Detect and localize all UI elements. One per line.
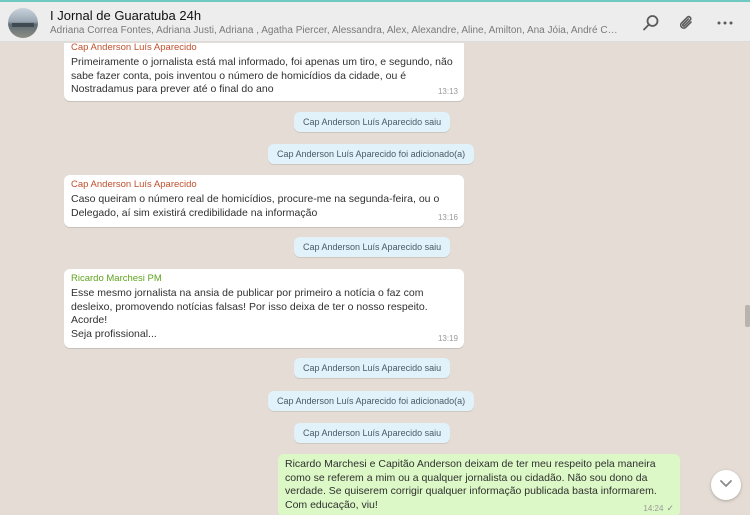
system-notice: Cap Anderson Luís Aparecido saiu: [294, 112, 451, 132]
message-time: 13:13: [437, 86, 458, 96]
group-avatar[interactable]: [8, 8, 38, 38]
group-members-list[interactable]: Adriana Correa Fontes, Adriana Justi, Ad…: [50, 25, 620, 36]
system-notice: Cap Anderson Luís Aparecido saiu: [294, 358, 451, 378]
sender-name[interactable]: Cap Anderson Luís Aparecido: [71, 179, 457, 191]
system-notice: Cap Anderson Luís Aparecido foi adiciona…: [268, 391, 475, 411]
system-notice: Cap Anderson Luís Aparecido saiu: [294, 423, 451, 443]
outgoing-message[interactable]: Ricardo Marchesi e Capitão Anderson deix…: [278, 454, 680, 515]
message-meta: 14:24 ✓: [643, 502, 674, 515]
search-icon[interactable]: [640, 12, 662, 34]
paperclip-icon[interactable]: [676, 12, 698, 34]
incoming-message[interactable]: Cap Anderson Luís Aparecido Primeirament…: [64, 43, 464, 101]
incoming-message[interactable]: Ricardo Marchesi PM Esse mesmo jornalist…: [64, 269, 464, 348]
system-notice: Cap Anderson Luís Aparecido foi adiciona…: [268, 144, 475, 164]
message-time: 13:19: [437, 333, 458, 343]
more-vertical-icon[interactable]: [714, 12, 736, 34]
sender-name[interactable]: Cap Anderson Luís Aparecido: [71, 43, 457, 54]
message-text: Primeiramente o jornalista está mal info…: [71, 56, 453, 95]
message-text: Esse mesmo jornalista na ansia de public…: [71, 287, 428, 340]
message-time: 13:16: [437, 212, 458, 222]
delivered-check-icon: ✓: [666, 502, 674, 513]
message-text: Ricardo Marchesi e Capitão Anderson deix…: [285, 458, 657, 511]
incoming-message[interactable]: Cap Anderson Luís Aparecido Caso queiram…: [64, 175, 464, 227]
scroll-down-button[interactable]: [711, 470, 741, 500]
message-text: Caso queiram o número real de homicídios…: [71, 193, 440, 219]
chevron-down-icon: [719, 476, 733, 495]
scrollbar-thumb[interactable]: [745, 305, 750, 327]
message-list[interactable]: Cap Anderson Luís Aparecido Primeirament…: [0, 43, 750, 515]
chat-title[interactable]: I Jornal de Guaratuba 24h: [50, 8, 201, 23]
sender-name[interactable]: Ricardo Marchesi PM: [71, 273, 457, 285]
system-notice: Cap Anderson Luís Aparecido saiu: [294, 237, 451, 257]
message-time: 14:24: [643, 503, 664, 513]
chat-header[interactable]: I Jornal de Guaratuba 24h Adriana Correa…: [0, 2, 750, 42]
